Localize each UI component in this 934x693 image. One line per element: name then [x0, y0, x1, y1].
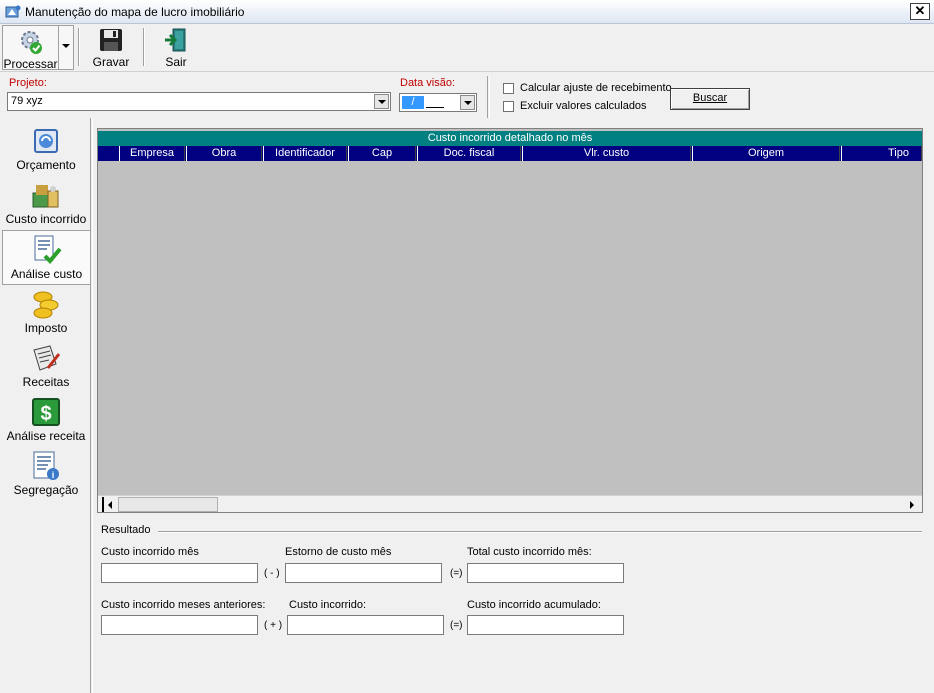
projeto-value: 79 xyz [11, 95, 43, 107]
minus-operator: ( - ) [264, 568, 280, 579]
equals-operator: (=) [450, 620, 463, 631]
sidebar-item-custo-incorrido[interactable]: Custo incorrido [2, 176, 90, 230]
svg-text:$: $ [40, 403, 51, 425]
sidebar-item-receitas[interactable]: Receitas [2, 339, 90, 393]
sidebar-item-label: Orçamento [16, 158, 76, 172]
save-disk-icon [100, 29, 122, 51]
incurred-cost-icon [32, 185, 59, 208]
column-header-origem[interactable]: Origem [692, 146, 840, 161]
excluir-valores-label[interactable]: Excluir valores calculados [520, 100, 647, 112]
projeto-label: Projeto: [9, 77, 47, 89]
sidebar-item-label: Imposto [24, 321, 68, 335]
column-header-vlr-custo[interactable]: Vlr. custo [522, 146, 691, 161]
column-header-cap[interactable]: Cap [348, 146, 416, 161]
projeto-select[interactable]: 79 xyz [7, 92, 391, 111]
toolbar-separator [78, 28, 80, 66]
toolbar: Processar Gravar Sair [0, 24, 934, 72]
buscar-button[interactable]: Buscar [670, 88, 750, 110]
scroll-left-button[interactable] [102, 497, 118, 512]
column-header-obra[interactable]: Obra [186, 146, 262, 161]
process-gear-icon [20, 31, 42, 54]
tax-coins-icon [33, 291, 59, 319]
segregation-icon: i [33, 451, 59, 480]
window-title: Manutenção do mapa de lucro imobiliário [25, 5, 245, 19]
resultado-divider [158, 531, 922, 533]
sidebar-item-label: Análise receita [6, 429, 86, 443]
custo-meses-anteriores-label: Custo incorrido meses anteriores: [101, 599, 266, 611]
gravar-button[interactable]: Gravar [86, 24, 136, 70]
scroll-right-button[interactable] [904, 497, 920, 512]
custo-incorrido-label: Custo incorrido: [289, 599, 367, 611]
column-header-tipo[interactable]: Tipo [841, 146, 922, 161]
chevron-down-icon [62, 44, 70, 48]
gravar-label: Gravar [92, 55, 130, 69]
arrow-right-icon [910, 501, 914, 509]
calcular-ajuste-label[interactable]: Calcular ajuste de recebimento [520, 82, 672, 94]
sair-button[interactable]: Sair [152, 24, 200, 70]
chevron-down-icon [463, 101, 472, 105]
projeto-dropdown-button[interactable] [374, 94, 389, 109]
sidebar-item-segregacao[interactable]: i Segregação [2, 447, 90, 501]
receipts-icon [33, 345, 61, 371]
grid-group-header: Custo incorrido detalhado no mês [98, 131, 922, 146]
close-button[interactable]: ✕ [910, 3, 930, 20]
svg-text:i: i [52, 470, 55, 480]
sidebar-item-label: Custo incorrido [5, 212, 87, 226]
app-icon [5, 5, 21, 18]
resultado-title: Resultado [101, 524, 151, 536]
sidebar: Orçamento Custo incorrido Análise custo … [0, 118, 91, 693]
sidebar-item-orcamento[interactable]: Orçamento [2, 122, 90, 176]
processar-label: Processar [3, 57, 58, 71]
revenue-analysis-icon: $ [32, 398, 60, 426]
total-custo-incorrido-mes-field[interactable] [467, 563, 624, 583]
data-visao-month[interactable]: / [402, 96, 424, 109]
custo-incorrido-acumulado-label: Custo incorrido acumulado: [467, 599, 601, 611]
cost-analysis-icon [34, 235, 62, 264]
filter-separator [487, 76, 490, 118]
processar-button[interactable]: Processar [2, 25, 59, 71]
column-header-doc-fiscal[interactable]: Doc. fiscal [417, 146, 521, 161]
calcular-ajuste-checkbox[interactable] [503, 83, 514, 94]
grid-header-row: Empresa Obra Identificador Cap Doc. fisc… [98, 146, 922, 161]
exit-door-icon [165, 28, 186, 52]
sidebar-item-imposto[interactable]: Imposto [2, 285, 90, 339]
sidebar-item-analise-custo[interactable]: Análise custo [2, 230, 90, 285]
custo-incorrido-acumulado-field[interactable] [467, 615, 624, 635]
sidebar-item-analise-receita[interactable]: $ Análise receita [2, 393, 90, 447]
column-header-empresa[interactable]: Empresa [119, 146, 185, 161]
custo-incorrido-mes-label: Custo incorrido mês [101, 546, 199, 558]
chevron-down-icon [377, 100, 386, 104]
data-visao-label: Data visão: [400, 77, 456, 89]
cost-detail-grid[interactable]: Custo incorrido detalhado no mês Empresa… [97, 128, 923, 513]
arrow-left-icon [108, 501, 112, 509]
scrollbar-thumb[interactable] [118, 497, 218, 512]
data-visao-picker[interactable]: / [399, 93, 477, 112]
title-bar: Manutenção do mapa de lucro imobiliário … [0, 0, 934, 24]
sair-label: Sair [165, 55, 187, 69]
total-custo-incorrido-mes-label: Total custo incorrido mês: [467, 546, 592, 558]
processar-dropdown-button[interactable] [59, 25, 74, 70]
column-header-identificador[interactable]: Identificador [263, 146, 347, 161]
toolbar-separator [143, 28, 145, 66]
equals-operator: (=) [450, 568, 463, 579]
horizontal-scrollbar[interactable] [98, 495, 922, 512]
excluir-valores-checkbox[interactable] [503, 101, 514, 112]
sidebar-item-label: Receitas [22, 375, 70, 389]
data-visao-year[interactable] [426, 107, 444, 108]
plus-operator: ( + ) [264, 620, 283, 631]
budget-icon [34, 129, 58, 153]
custo-meses-anteriores-field[interactable] [101, 615, 258, 635]
sidebar-item-label: Análise custo [10, 267, 83, 281]
data-visao-dropdown-button[interactable] [460, 95, 475, 110]
estorno-custo-mes-field[interactable] [285, 563, 442, 583]
estorno-custo-mes-label: Estorno de custo mês [285, 546, 392, 558]
custo-incorrido-field[interactable] [287, 615, 444, 635]
custo-incorrido-mes-field[interactable] [101, 563, 258, 583]
sidebar-item-label: Segregação [13, 483, 79, 497]
